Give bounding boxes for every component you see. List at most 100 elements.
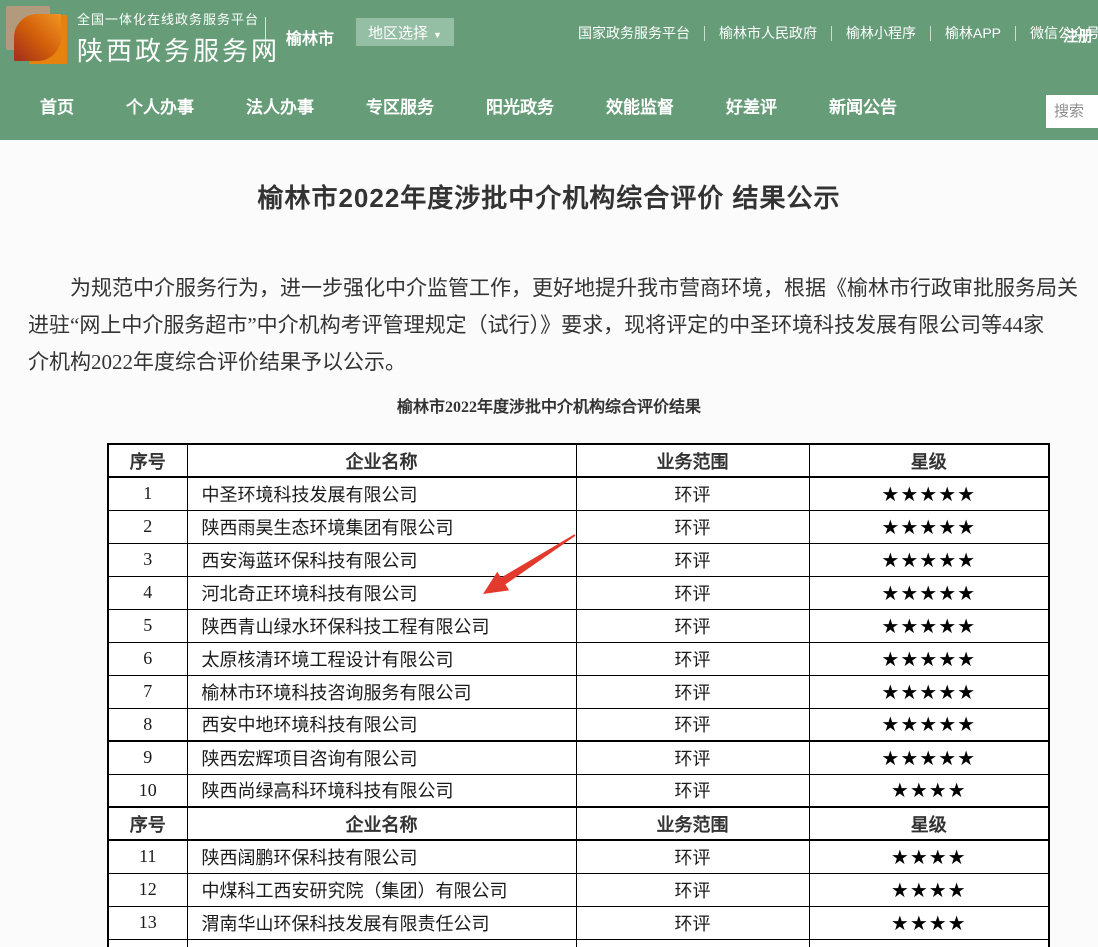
cell-empty xyxy=(809,939,1049,947)
column-header: 企业名称 xyxy=(187,444,576,477)
cell-business-scope: 环评 xyxy=(576,774,809,807)
current-city: 榆林市 xyxy=(286,25,334,49)
cell-index: 6 xyxy=(108,642,187,675)
cell-business-scope: 环评 xyxy=(576,609,809,642)
cell-index: 13 xyxy=(108,906,187,939)
table-row: 9陕西宏辉项目咨询有限公司环评★★★★★ xyxy=(108,741,1049,774)
table-row: 5陕西青山绿水环保科技工程有限公司环评★★★★★ xyxy=(108,609,1049,642)
top-links: 国家政务服务平台榆林市人民政府榆林小程序榆林APP微信公众号 xyxy=(578,26,1098,41)
table-header-row: 序号企业名称业务范围星级 xyxy=(108,444,1049,477)
cell-empty xyxy=(576,939,809,947)
table-body: 序号企业名称业务范围星级1中圣环境科技发展有限公司环评★★★★★2陕西雨昊生态环… xyxy=(108,444,1049,947)
cell-business-scope: 环评 xyxy=(576,840,809,873)
cell-star-rating: ★★★★ xyxy=(809,873,1049,906)
cell-empty xyxy=(187,939,576,947)
table-row: 3西安海蓝环保科技有限公司环评★★★★★ xyxy=(108,543,1049,576)
table-row: 12中煤科工西安研究院（集团）有限公司环评★★★★ xyxy=(108,873,1049,906)
cell-index: 9 xyxy=(108,741,187,774)
nav-item-0[interactable]: 首页 xyxy=(40,93,74,118)
top-banner: 全国一体化在线政务服务平台 陕西政务服务网 榆林市 地区选择 ▼ 国家政务服务平台… xyxy=(0,0,1098,70)
register-link[interactable]: 注册 xyxy=(1063,25,1093,46)
cell-star-rating: ★★★★★ xyxy=(809,510,1049,543)
cell-company-name: 河北奇正环境科技有限公司 xyxy=(187,576,576,609)
cell-business-scope: 环评 xyxy=(576,906,809,939)
region-selector-label: 地区选择 xyxy=(368,25,428,42)
cell-star-rating: ★★★★★ xyxy=(809,708,1049,741)
cell-star-rating: ★★★★★ xyxy=(809,609,1049,642)
paragraph-line: 进驻“网上中介服务超市”中介机构考评管理规定（试行）》要求，现将评定的中圣环境科… xyxy=(28,307,1098,344)
cell-company-name: 陕西青山绿水环保科技工程有限公司 xyxy=(187,609,576,642)
top-link-2[interactable]: 榆林小程序 xyxy=(832,26,931,41)
column-header: 业务范围 xyxy=(576,444,809,477)
paragraph-line: 介机构2022年度综合评价结果予以公示。 xyxy=(28,344,1098,381)
cell-star-rating: ★★★★ xyxy=(809,774,1049,807)
cell-index: 4 xyxy=(108,576,187,609)
chevron-down-icon: ▼ xyxy=(433,30,442,40)
cell-star-rating: ★★★★ xyxy=(809,840,1049,873)
nav-item-2[interactable]: 法人办事 xyxy=(246,93,314,118)
cell-index: 3 xyxy=(108,543,187,576)
cell-company-name: 中圣环境科技发展有限公司 xyxy=(187,477,576,510)
header-divider xyxy=(265,17,266,54)
top-link-3[interactable]: 榆林APP xyxy=(931,26,1016,41)
platform-tagline: 全国一体化在线政务服务平台 xyxy=(77,9,280,28)
column-header: 企业名称 xyxy=(187,807,576,840)
top-link-0[interactable]: 国家政务服务平台 xyxy=(578,26,705,41)
cell-company-name: 西安海蓝环保科技有限公司 xyxy=(187,543,576,576)
cell-star-rating: ★★★★★ xyxy=(809,741,1049,774)
announcement-paragraph: 为规范中介服务行为，进一步强化中介监管工作，更好地提升我市营商环境，根据《榆林市… xyxy=(0,270,1098,381)
column-header: 星级 xyxy=(809,807,1049,840)
cell-business-scope: 环评 xyxy=(576,741,809,774)
top-link-1[interactable]: 榆林市人民政府 xyxy=(705,26,832,41)
table-row: 13渭南华山环保科技发展有限责任公司环评★★★★ xyxy=(108,906,1049,939)
cell-company-name: 陕西尚绿高科环境科技有限公司 xyxy=(187,774,576,807)
table-row: 2陕西雨昊生态环境集团有限公司环评★★★★★ xyxy=(108,510,1049,543)
nav-item-5[interactable]: 效能监督 xyxy=(606,93,674,118)
nav-item-4[interactable]: 阳光政务 xyxy=(486,93,554,118)
cell-index: 5 xyxy=(108,609,187,642)
cell-company-name: 中煤科工西安研究院（集团）有限公司 xyxy=(187,873,576,906)
cell-star-rating: ★★★★★ xyxy=(809,543,1049,576)
column-header: 星级 xyxy=(809,444,1049,477)
cell-business-scope: 环评 xyxy=(576,642,809,675)
evaluation-results-table: 序号企业名称业务范围星级1中圣环境科技发展有限公司环评★★★★★2陕西雨昊生态环… xyxy=(107,443,1050,947)
table-row: 4河北奇正环境科技有限公司环评★★★★★ xyxy=(108,576,1049,609)
table-row: 8西安中地环境科技有限公司环评★★★★★ xyxy=(108,708,1049,741)
cell-business-scope: 环评 xyxy=(576,576,809,609)
cell-star-rating: ★★★★★ xyxy=(809,642,1049,675)
table-header-row: 序号企业名称业务范围星级 xyxy=(108,807,1049,840)
table-caption: 榆林市2022年度涉批中介机构综合评价结果 xyxy=(0,397,1098,419)
cell-company-name: 西安中地环境科技有限公司 xyxy=(187,708,576,741)
cell-company-name: 太原核清环境工程设计有限公司 xyxy=(187,642,576,675)
cell-index: 10 xyxy=(108,774,187,807)
cell-business-scope: 环评 xyxy=(576,873,809,906)
column-header: 序号 xyxy=(108,444,187,477)
paragraph-line: 为规范中介服务行为，进一步强化中介监管工作，更好地提升我市营商环境，根据《榆林市… xyxy=(28,270,1098,307)
cell-company-name: 榆林市环境科技咨询服务有限公司 xyxy=(187,675,576,708)
nav-item-6[interactable]: 好差评 xyxy=(726,93,777,118)
cell-index: 2 xyxy=(108,510,187,543)
cell-index: 1 xyxy=(108,477,187,510)
cell-star-rating: ★★★★ xyxy=(809,906,1049,939)
cell-index: 8 xyxy=(108,708,187,741)
column-header: 序号 xyxy=(108,807,187,840)
nav-item-7[interactable]: 新闻公告 xyxy=(829,93,897,118)
search-input[interactable]: 搜索 xyxy=(1046,95,1098,128)
table-row: 6太原核清环境工程设计有限公司环评★★★★★ xyxy=(108,642,1049,675)
cell-star-rating: ★★★★★ xyxy=(809,477,1049,510)
brand-block: 全国一体化在线政务服务平台 陕西政务服务网 xyxy=(77,9,280,68)
region-selector-button[interactable]: 地区选择 ▼ xyxy=(356,18,454,46)
nav-item-3[interactable]: 专区服务 xyxy=(366,93,434,118)
announcement-content: 榆林市2022年度涉批中介机构综合评价 结果公示 为规范中介服务行为，进一步强化… xyxy=(0,140,1098,947)
cell-company-name: 陕西雨昊生态环境集团有限公司 xyxy=(187,510,576,543)
main-navbar: 首页 个人办事 法人办事 专区服务 阳光政务 效能监督 好差评 新闻公告 搜索 xyxy=(0,70,1098,140)
page-title: 榆林市2022年度涉批中介机构综合评价 结果公示 xyxy=(0,140,1098,215)
cell-business-scope: 环评 xyxy=(576,543,809,576)
cell-index: 11 xyxy=(108,840,187,873)
cell-company-name: 渭南华山环保科技发展有限责任公司 xyxy=(187,906,576,939)
nav-item-1[interactable]: 个人办事 xyxy=(126,93,194,118)
nav-menu: 首页 个人办事 法人办事 专区服务 阳光政务 效能监督 好差评 新闻公告 xyxy=(0,70,1098,140)
column-header: 业务范围 xyxy=(576,807,809,840)
cell-index: 7 xyxy=(108,675,187,708)
cell-company-name: 陕西宏辉项目咨询有限公司 xyxy=(187,741,576,774)
